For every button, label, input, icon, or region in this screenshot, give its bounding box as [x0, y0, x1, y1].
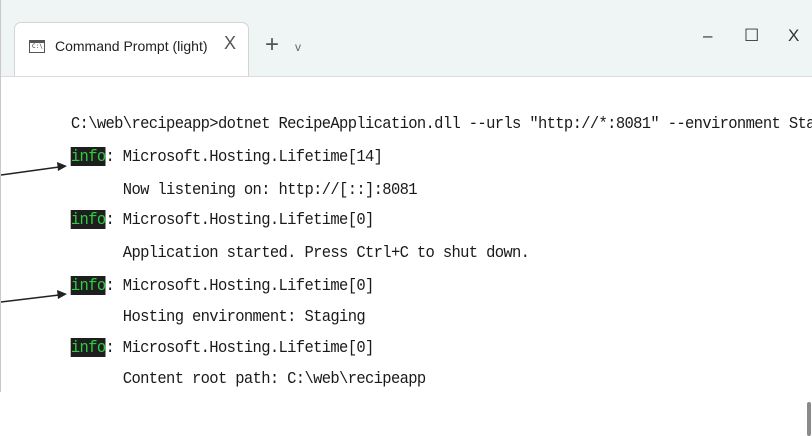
arrow-environment [1, 290, 67, 303]
minimize-button[interactable]: – [703, 26, 712, 46]
log-text: Content root path: C:\web\recipeapp [70, 369, 426, 388]
tab-title: Command Prompt (light) - dot [55, 38, 207, 54]
terminal-output[interactable]: C:\web\recipeapp>dotnet RecipeApplicatio… [1, 77, 812, 436]
new-tab-button[interactable]: + [265, 33, 279, 57]
terminal-window: C:\ Command Prompt (light) - dot X + v –… [0, 0, 812, 436]
maximize-button[interactable]: ☐ [744, 26, 759, 46]
terminal-icon: C:\ [29, 40, 45, 53]
arrow-listening [1, 162, 67, 176]
tab-command-prompt[interactable]: C:\ Command Prompt (light) - dot X [14, 22, 249, 76]
annotation-arrows [1, 162, 67, 303]
chevron-down-icon[interactable]: v [295, 40, 301, 54]
close-tab-icon[interactable]: X [224, 33, 236, 54]
title-bar: C:\ Command Prompt (light) - dot X + v –… [1, 0, 812, 77]
close-window-button[interactable]: X [788, 26, 799, 46]
scrollbar-thumb[interactable] [807, 402, 811, 436]
